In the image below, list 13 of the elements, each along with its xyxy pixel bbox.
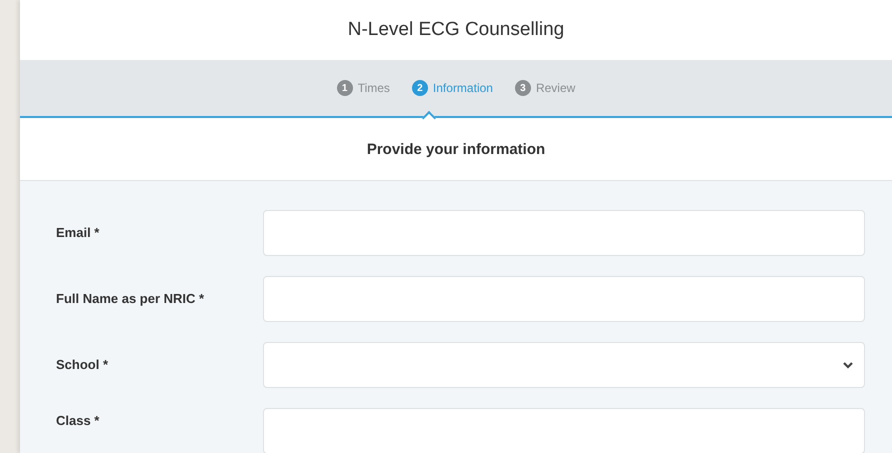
input-field[interactable]: [263, 408, 865, 453]
field-label: Full Name as per NRIC *: [56, 290, 206, 308]
input-field[interactable]: [263, 210, 865, 256]
field-label: Class *: [56, 412, 100, 430]
input-field[interactable]: [263, 276, 865, 322]
chevron-down-icon: [842, 361, 854, 369]
step-tab[interactable]: 1 Times: [336, 60, 390, 116]
window-title: N-Level ECG Counselling: [20, 0, 892, 60]
step-tab[interactable]: 3 Review: [514, 60, 576, 116]
field-label: School *: [56, 356, 110, 374]
section-title: Provide your information: [20, 118, 892, 181]
school-dropdown[interactable]: [263, 342, 865, 388]
field-label: Email *: [56, 224, 100, 242]
